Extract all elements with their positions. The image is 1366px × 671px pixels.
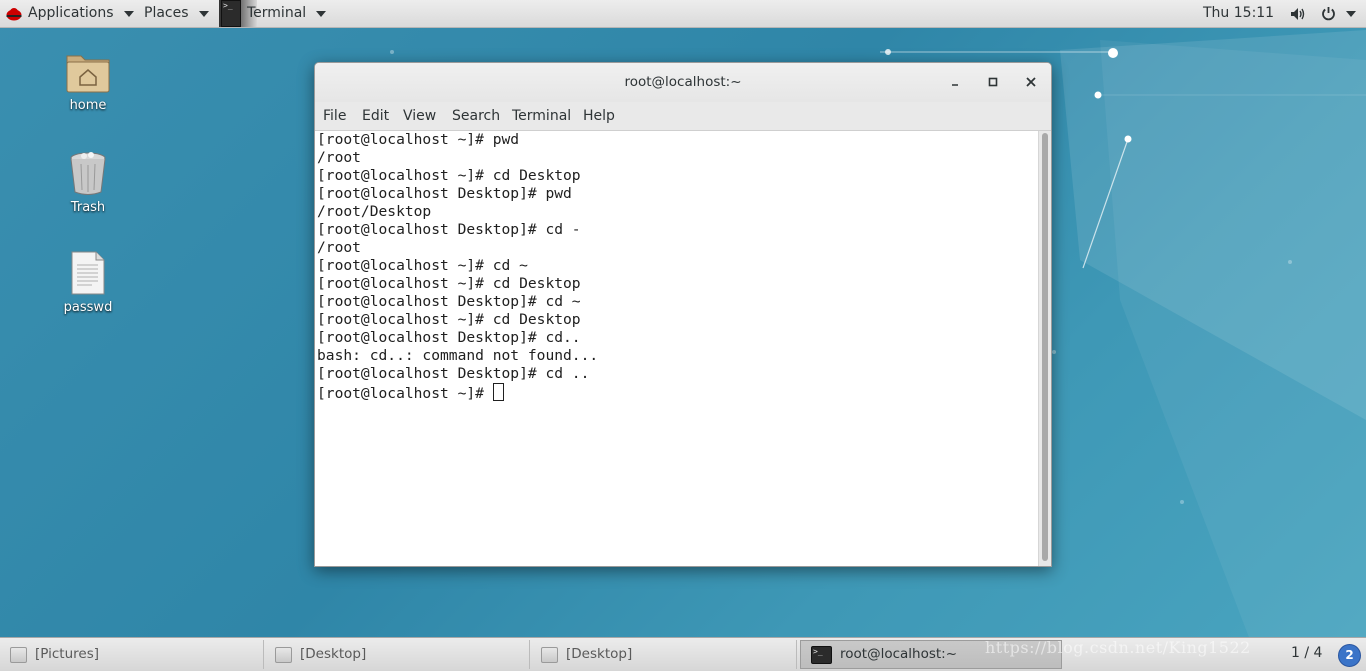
- desktop-icon-label: home: [69, 98, 107, 113]
- chevron-down-icon: [1346, 10, 1356, 17]
- redhat-logo-icon: [6, 7, 22, 20]
- text-cursor: [492, 383, 504, 401]
- workspace-badge[interactable]: 2: [1338, 644, 1361, 667]
- terminal-line: [root@localhost ~]# cd Desktop: [317, 275, 581, 292]
- task-label: [Pictures]: [35, 646, 99, 662]
- terminal-line: /root: [317, 149, 361, 166]
- volume-icon[interactable]: [1290, 0, 1306, 27]
- menu-view[interactable]: View: [403, 102, 436, 130]
- chevron-down-icon: [316, 10, 327, 17]
- terminal-line: [root@localhost Desktop]# cd ..: [317, 365, 590, 382]
- workspace-pager[interactable]: 1 / 4: [1291, 637, 1322, 670]
- terminal-line: bash: cd..: command not found...: [317, 347, 599, 364]
- power-icon: [1322, 7, 1335, 21]
- desktop-icon-passwd[interactable]: passwd: [48, 250, 128, 315]
- terminal-prompt-line: [root@localhost ~]#: [317, 383, 504, 402]
- task-desktop-1[interactable]: [Desktop]: [265, 640, 530, 669]
- top-bar: Applications Places Terminal Thu 15:11: [0, 0, 1366, 28]
- chevron-down-icon: [198, 10, 209, 17]
- menu-edit[interactable]: Edit: [362, 102, 389, 130]
- maximize-icon: [988, 77, 998, 87]
- app-menu[interactable]: Terminal: [221, 0, 327, 27]
- task-pictures[interactable]: [Pictures]: [0, 640, 264, 669]
- minimize-button[interactable]: [944, 72, 966, 94]
- terminal-line: /root/Desktop: [317, 203, 432, 220]
- scrollbar-thumb[interactable]: [1042, 133, 1048, 561]
- terminal-line: [root@localhost ~]# cd ~: [317, 257, 528, 274]
- maximize-button[interactable]: [982, 72, 1004, 94]
- terminal-line: [root@localhost ~]# cd Desktop: [317, 167, 581, 184]
- home-folder-icon: [66, 55, 110, 93]
- desktop-icon-trash[interactable]: Trash: [48, 150, 128, 215]
- system-menu[interactable]: [1321, 0, 1356, 27]
- watermark: https://blog.csdn.net/King1522: [985, 638, 1251, 657]
- text-file-icon: [71, 251, 105, 295]
- terminal-line: [root@localhost Desktop]# cd..: [317, 329, 581, 346]
- window-titlebar[interactable]: root@localhost:~: [315, 63, 1051, 102]
- terminal-prompt: [root@localhost ~]#: [317, 385, 493, 402]
- terminal-line: [root@localhost Desktop]# cd -: [317, 221, 581, 238]
- terminal-scrollbar[interactable]: [1038, 131, 1051, 566]
- task-label: [Desktop]: [300, 646, 367, 662]
- applications-menu[interactable]: Applications: [6, 0, 134, 27]
- places-menu[interactable]: Places: [144, 0, 209, 27]
- minimize-icon: [952, 84, 958, 86]
- task-label: [Desktop]: [566, 646, 633, 662]
- terminal-output[interactable]: [root@localhost ~]# pwd /root [root@loca…: [315, 131, 1039, 566]
- terminal-icon: [811, 645, 832, 664]
- terminal-line: /root: [317, 239, 361, 256]
- menu-file[interactable]: File: [323, 102, 346, 130]
- terminal-icon: [221, 0, 241, 27]
- app-menu-label: Terminal: [247, 5, 307, 21]
- desktop-icon-home[interactable]: home: [48, 50, 128, 113]
- task-desktop-2[interactable]: [Desktop]: [531, 640, 797, 669]
- menu-terminal[interactable]: Terminal: [512, 102, 571, 130]
- terminal-line: [root@localhost Desktop]# cd ~: [317, 293, 581, 310]
- clock-label: Thu 15:11: [1203, 5, 1275, 21]
- desktop-icon-label: Trash: [70, 200, 106, 215]
- terminal-line: [root@localhost Desktop]# pwd: [317, 185, 572, 202]
- window-icon: [541, 646, 558, 663]
- window-title: root@localhost:~: [624, 74, 742, 90]
- window-icon: [275, 646, 292, 663]
- close-icon: [1026, 77, 1036, 87]
- menu-help[interactable]: Help: [583, 102, 615, 130]
- clock[interactable]: Thu 15:11: [1203, 0, 1274, 27]
- places-label: Places: [144, 5, 189, 21]
- terminal-line: [root@localhost ~]# pwd: [317, 131, 520, 148]
- terminal-line: [root@localhost ~]# cd Desktop: [317, 311, 581, 328]
- task-label: root@localhost:~: [840, 646, 958, 662]
- menu-search[interactable]: Search: [452, 102, 500, 130]
- terminal-window: root@localhost:~ File Edit View Search T…: [314, 62, 1052, 567]
- menu-bar: File Edit View Search Terminal Help: [315, 102, 1051, 131]
- chevron-down-icon: [123, 10, 134, 17]
- applications-label: Applications: [28, 5, 114, 21]
- close-button[interactable]: [1020, 72, 1042, 94]
- trash-icon: [70, 152, 106, 195]
- desktop-icon-label: passwd: [63, 300, 113, 315]
- window-icon: [10, 646, 27, 663]
